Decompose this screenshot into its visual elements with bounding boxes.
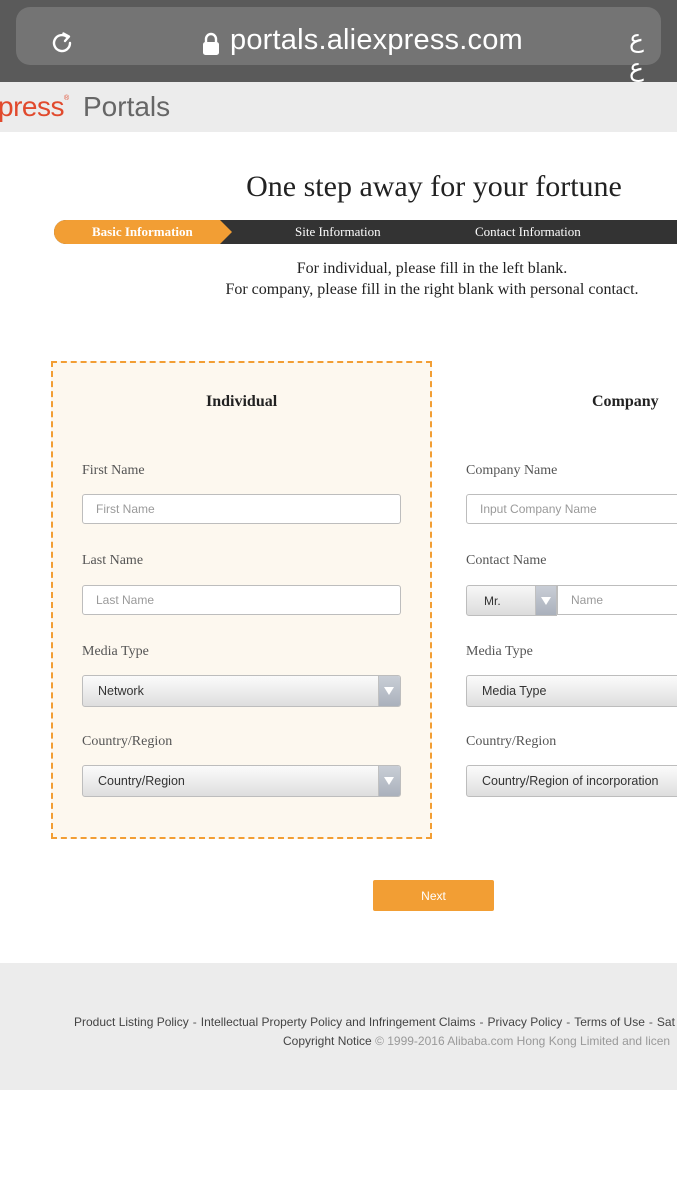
step-contact-information: Contact Information [475,224,581,239]
chevron-down-icon [535,586,556,615]
footer: Product Listing Policy - Intellectual Prop… [0,963,677,1090]
footer-link-terms-of-use[interactable]: Terms of Use [574,1015,645,1029]
individual-country-label: Country/Region [82,734,173,749]
address-bar[interactable]: portals.aliexpress.com ع ع [16,7,661,82]
footer-link-product-listing-policy[interactable]: Product Listing Policy [74,1015,189,1029]
company-media-type-select[interactable]: Media Type [466,675,677,707]
next-button[interactable]: Next [373,880,494,911]
footer-separator: - [648,1015,653,1029]
browser-toolbar: portals.aliexpress.com ع ع [0,0,677,82]
logo-registered-mark: ® [64,95,70,102]
company-media-type-label: Media Type [466,644,533,659]
salutation-select[interactable]: Mr. [466,585,557,616]
company-name-field[interactable] [466,494,677,524]
individual-media-type-label: Media Type [82,644,149,659]
individual-media-type-value: Network [98,684,144,698]
step-active-arrow [220,220,232,244]
company-title: Company [592,393,659,410]
lock-icon [203,32,219,55]
individual-country-value: Country/Region [98,774,185,788]
footer-separator: - [479,1015,484,1029]
company-country-select[interactable]: Country/Region of incorporation [466,765,677,797]
contact-name-field[interactable] [557,585,677,615]
copyright-text: © 1999-2016 Alibaba.com Hong Kong Limite… [375,1034,671,1048]
first-name-field[interactable] [82,494,401,524]
individual-title: Individual [206,393,278,410]
contact-name-label: Contact Name [466,553,547,568]
company-country-value: Country/Region of incorporation [482,774,659,788]
footer-link-truncated[interactable]: Sat [657,1015,675,1029]
individual-media-type-select[interactable]: Network [82,675,401,707]
logo-brand-text[interactable]: press [0,91,64,123]
copyright-notice-link[interactable]: Copyright Notice [283,1034,372,1048]
footer-links: Product Listing Policy - Intellectual Prop… [74,1015,675,1029]
footer-separator: - [192,1015,197,1029]
step-progress-bar: Basic Information Site Information Conta… [54,220,677,244]
chevron-down-icon [378,676,400,706]
footer-separator: - [566,1015,571,1029]
step-site-information: Site Information [295,224,381,239]
footer-copyright: Copyright Notice © 1999-2016 Alibaba.com… [283,1034,670,1048]
salutation-value: Mr. [484,594,501,608]
instruction-company: For company, please fill in the right bl… [225,281,639,298]
footer-link-ip-policy[interactable]: Intellectual Property Policy and Infring… [201,1015,476,1029]
chevron-down-icon [378,766,400,796]
first-name-label: First Name [82,463,145,478]
site-header: press ® Portals [0,82,677,132]
url-text: portals.aliexpress.com [230,24,523,56]
last-name-label: Last Name [82,553,144,568]
reader-mode-icon[interactable]: ع ع [629,24,661,82]
page-title: One step away for your fortune [246,170,622,203]
individual-country-select[interactable]: Country/Region [82,765,401,797]
step-basic-information: Basic Information [92,224,193,239]
logo-portals-text[interactable]: Portals [83,91,170,123]
last-name-field[interactable] [82,585,401,615]
company-name-label: Company Name [466,463,558,478]
company-country-label: Country/Region [466,734,557,749]
footer-link-privacy-policy[interactable]: Privacy Policy [488,1015,563,1029]
company-media-type-value: Media Type [482,684,547,698]
reload-icon[interactable] [48,29,76,57]
instruction-individual: For individual, please fill in the left … [296,260,568,277]
